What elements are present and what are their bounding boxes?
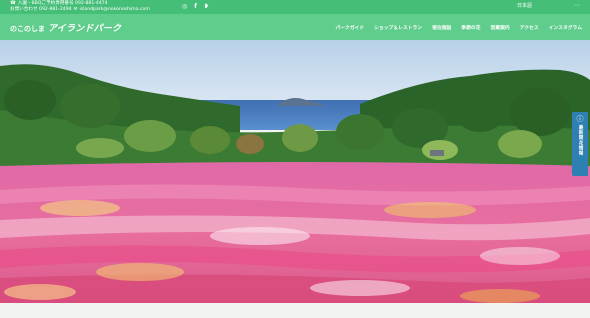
nav-access[interactable]: アクセス: [520, 24, 539, 31]
language-label: 日本語: [516, 3, 532, 9]
instagram-icon[interactable]: ◎: [182, 3, 187, 10]
logo-big-text: アイランドパーク: [48, 24, 122, 34]
more-menu-icon[interactable]: ⋯: [574, 2, 580, 9]
facebook-icon[interactable]: f: [194, 3, 197, 10]
nav-business-info[interactable]: 営業案内: [491, 24, 510, 31]
side-tab-label: 最新開花情報: [578, 125, 583, 156]
hero-photo: [0, 40, 590, 303]
inquiry-contact[interactable]: お問い合わせ 092-881-2494 ✉ islandpark@nokonoshi…: [10, 7, 150, 13]
mail-icon: ✉: [73, 6, 78, 12]
twitter-icon[interactable]: ❥: [204, 3, 209, 10]
email-text[interactable]: islandpark@nokonoshima.com: [79, 7, 149, 13]
logo-small-text: のこのしま: [10, 25, 45, 33]
site-logo[interactable]: のこのしま アイランドパーク: [10, 21, 121, 34]
nav-seasonal-flowers[interactable]: 季節の花: [461, 24, 480, 31]
language-selector[interactable]: 日本語: [517, 3, 532, 9]
nav-shop-restaurant[interactable]: ショップ＆レストラン: [374, 24, 422, 31]
main-navbar: のこのしま アイランドパーク パークガイド ショップ＆レストラン 宿泊施設 季節…: [0, 14, 590, 41]
nav-instagram[interactable]: インスタグラム: [549, 24, 582, 31]
nav-accommodation[interactable]: 宿泊施設: [432, 24, 451, 31]
nav-park-guide[interactable]: パークガイド: [335, 24, 364, 31]
social-links: ◎ f ❥: [182, 3, 209, 10]
info-icon: ⓘ: [576, 115, 584, 123]
hero-image: [0, 40, 590, 303]
top-info-bar: ☎ 入園・BBQご予約専用番号 092-881-4474 お問い合わせ 092-8…: [0, 0, 590, 14]
flower-info-side-tab[interactable]: ⓘ 最新開花情報: [572, 112, 588, 176]
main-nav: パークガイド ショップ＆レストラン 宿泊施設 季節の花 営業案内 アクセス イン…: [335, 24, 582, 31]
contact-info: ☎ 入園・BBQご予約専用番号 092-881-4474 お問い合わせ 092-8…: [10, 1, 150, 12]
inquiry-phone-text: お問い合わせ 092-881-2494: [10, 6, 72, 12]
